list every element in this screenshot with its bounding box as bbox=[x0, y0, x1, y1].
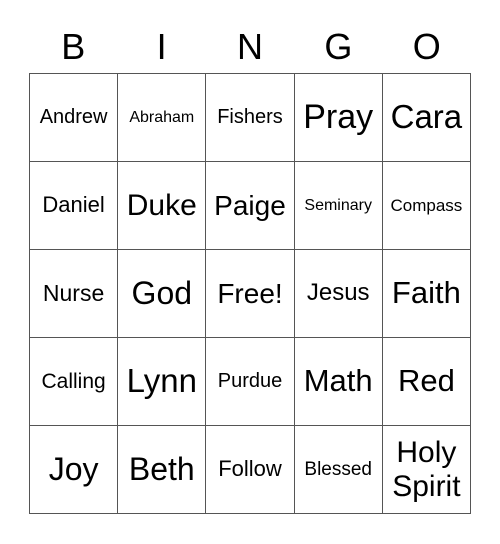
header-letter-b: B bbox=[61, 26, 86, 67]
bingo-cell[interactable]: Jesus bbox=[294, 250, 383, 338]
bingo-cell[interactable]: Red bbox=[382, 338, 471, 426]
bingo-cell[interactable]: Follow bbox=[206, 426, 295, 514]
bingo-cell[interactable]: Calling bbox=[30, 338, 119, 426]
bingo-cell[interactable]: Purdue bbox=[206, 338, 295, 426]
bingo-cell[interactable]: Faith bbox=[382, 250, 471, 338]
bingo-cell[interactable]: Joy bbox=[30, 426, 119, 514]
bingo-cell[interactable]: Holy Spirit bbox=[382, 426, 471, 514]
bingo-cell[interactable]: Andrew bbox=[30, 74, 119, 162]
free-space-cell[interactable]: Free! bbox=[206, 250, 295, 338]
bingo-cell[interactable]: God bbox=[118, 250, 207, 338]
header-letter-n: N bbox=[236, 26, 263, 67]
bingo-cell[interactable]: Nurse bbox=[30, 250, 119, 338]
header-letter-i: I bbox=[156, 26, 167, 67]
bingo-cell[interactable]: Beth bbox=[118, 426, 207, 514]
bingo-cell[interactable]: Duke bbox=[118, 162, 207, 250]
bingo-cell[interactable]: Lynn bbox=[118, 338, 207, 426]
bingo-cell[interactable]: Abraham bbox=[118, 74, 207, 162]
header-letter-g: G bbox=[324, 26, 353, 67]
bingo-cell[interactable]: Cara bbox=[382, 74, 471, 162]
bingo-header: B I N G O bbox=[29, 22, 471, 72]
bingo-cell[interactable]: Pray bbox=[294, 74, 383, 162]
bingo-cell[interactable]: Fishers bbox=[206, 74, 295, 162]
bingo-cell[interactable]: Paige bbox=[206, 162, 295, 250]
bingo-cell[interactable]: Compass bbox=[382, 162, 471, 250]
bingo-cell[interactable]: Seminary bbox=[294, 162, 383, 250]
bingo-cell[interactable]: Daniel bbox=[30, 162, 119, 250]
bingo-cell[interactable]: Math bbox=[294, 338, 383, 426]
header-letter-o: O bbox=[412, 26, 441, 67]
bingo-card: Andrew Abraham Fishers Pray Cara Daniel … bbox=[29, 73, 471, 514]
bingo-cell[interactable]: Blessed bbox=[294, 426, 383, 514]
